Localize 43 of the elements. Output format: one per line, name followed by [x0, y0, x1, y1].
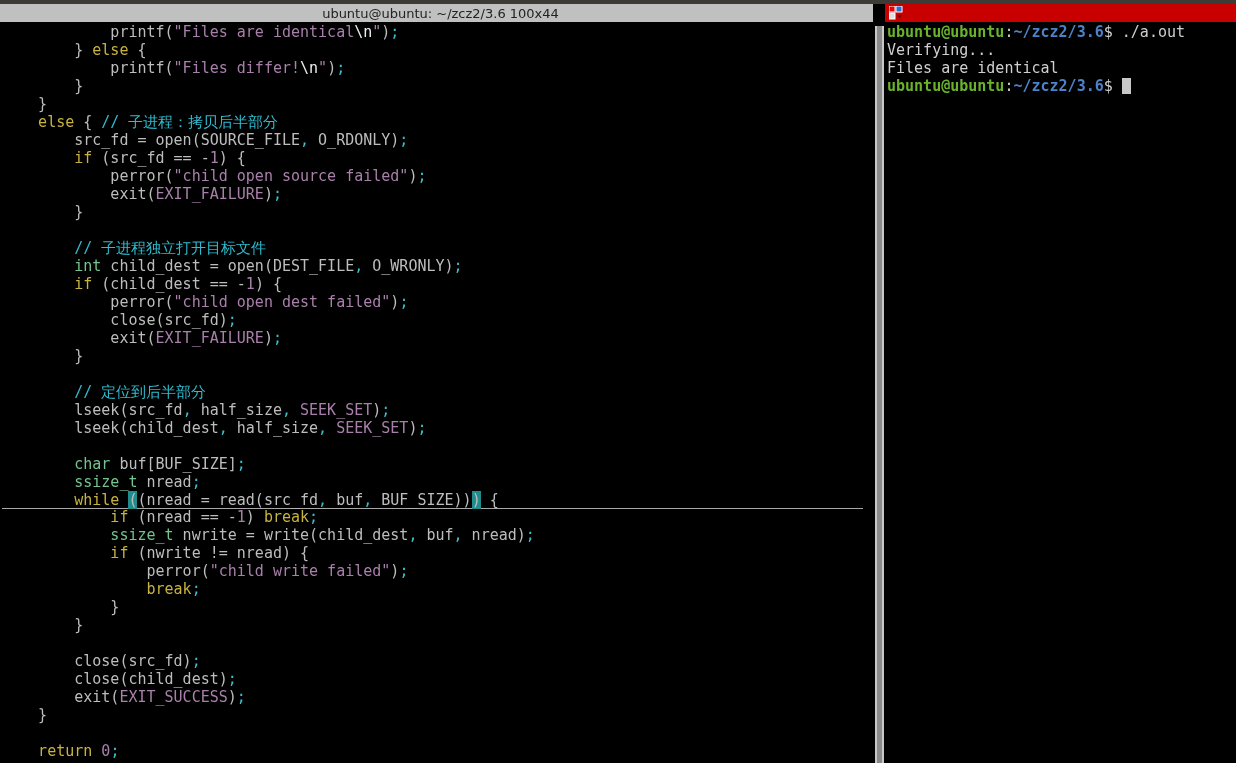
- code-line: perror("child open source failed");: [109, 167, 428, 185]
- code-line: lseek(child_dest, half_size, SEEK_SET);: [73, 419, 428, 437]
- code-line: while ((nread = read(src_fd, buf, BUF_SIZE))) {: [2, 491, 863, 509]
- code-line: perror("child open dest failed");: [109, 293, 410, 311]
- code-line: break;: [145, 580, 202, 598]
- code-line: lseek(src_fd, half_size, SEEK_SET);: [73, 401, 392, 419]
- scrollbar-thumb[interactable]: [874, 26, 884, 763]
- code-line: }: [73, 203, 85, 221]
- code-line: ssize_t nwrite = write(child_dest, buf, nread);: [109, 526, 536, 544]
- code-line: char buf[BUF_SIZE];: [73, 455, 247, 473]
- code-line: else { // 子进程：拷贝后半部分: [37, 113, 280, 131]
- prompt-line: ubuntu@ubuntu:~/zcz2/3.6$ ./a.out: [887, 23, 1186, 41]
- code-line: }: [37, 706, 49, 724]
- window-menu-icon[interactable]: [889, 6, 903, 20]
- code-line: exit(EXIT_FAILURE);: [109, 185, 283, 203]
- code-line: int child_dest = open(DEST_FILE, O_WRONLY);: [73, 257, 464, 275]
- code-line: } else {: [73, 41, 148, 59]
- code-line: src_fd = open(SOURCE_FILE, O_RDONLY);: [73, 131, 410, 149]
- code-line: close(src_fd);: [109, 311, 238, 329]
- code-line: printf("Files differ!\n");: [109, 59, 347, 77]
- code-line: if (nread == -1) break;: [109, 508, 320, 526]
- output-line: Verifying...: [887, 41, 996, 59]
- code-line: close(src_fd);: [73, 652, 202, 670]
- code-line: printf("Files are identical\n");: [109, 23, 401, 41]
- code-line: exit(EXIT_SUCCESS);: [73, 688, 247, 706]
- code-line: if (src_fd == -1) {: [73, 149, 247, 167]
- code-line: exit(EXIT_FAILURE);: [109, 329, 283, 347]
- code-line: return 0;: [37, 742, 121, 760]
- code-line: }: [109, 598, 121, 616]
- code-line: }: [73, 77, 85, 95]
- code-line: }: [37, 95, 49, 113]
- code-line: // 子进程独立打开目标文件: [73, 239, 268, 257]
- code-line: }: [73, 347, 85, 365]
- window-title: ubuntu@ubuntu: ~/zcz2/3.6 100x44: [322, 5, 559, 21]
- code-line: if (child_dest == -1) {: [73, 275, 283, 293]
- code-line: perror("child write failed");: [145, 562, 410, 580]
- prompt-line: ubuntu@ubuntu:~/zcz2/3.6$: [887, 77, 1113, 95]
- code-line: }: [73, 616, 85, 634]
- code-line: if (nwrite != nread) {: [109, 544, 311, 562]
- output-line: Files are identical: [887, 59, 1059, 77]
- code-line: close(child_dest);: [73, 670, 238, 688]
- code-line: ssize_t nread;: [73, 473, 202, 491]
- code-line: // 定位到后半部分: [73, 383, 208, 401]
